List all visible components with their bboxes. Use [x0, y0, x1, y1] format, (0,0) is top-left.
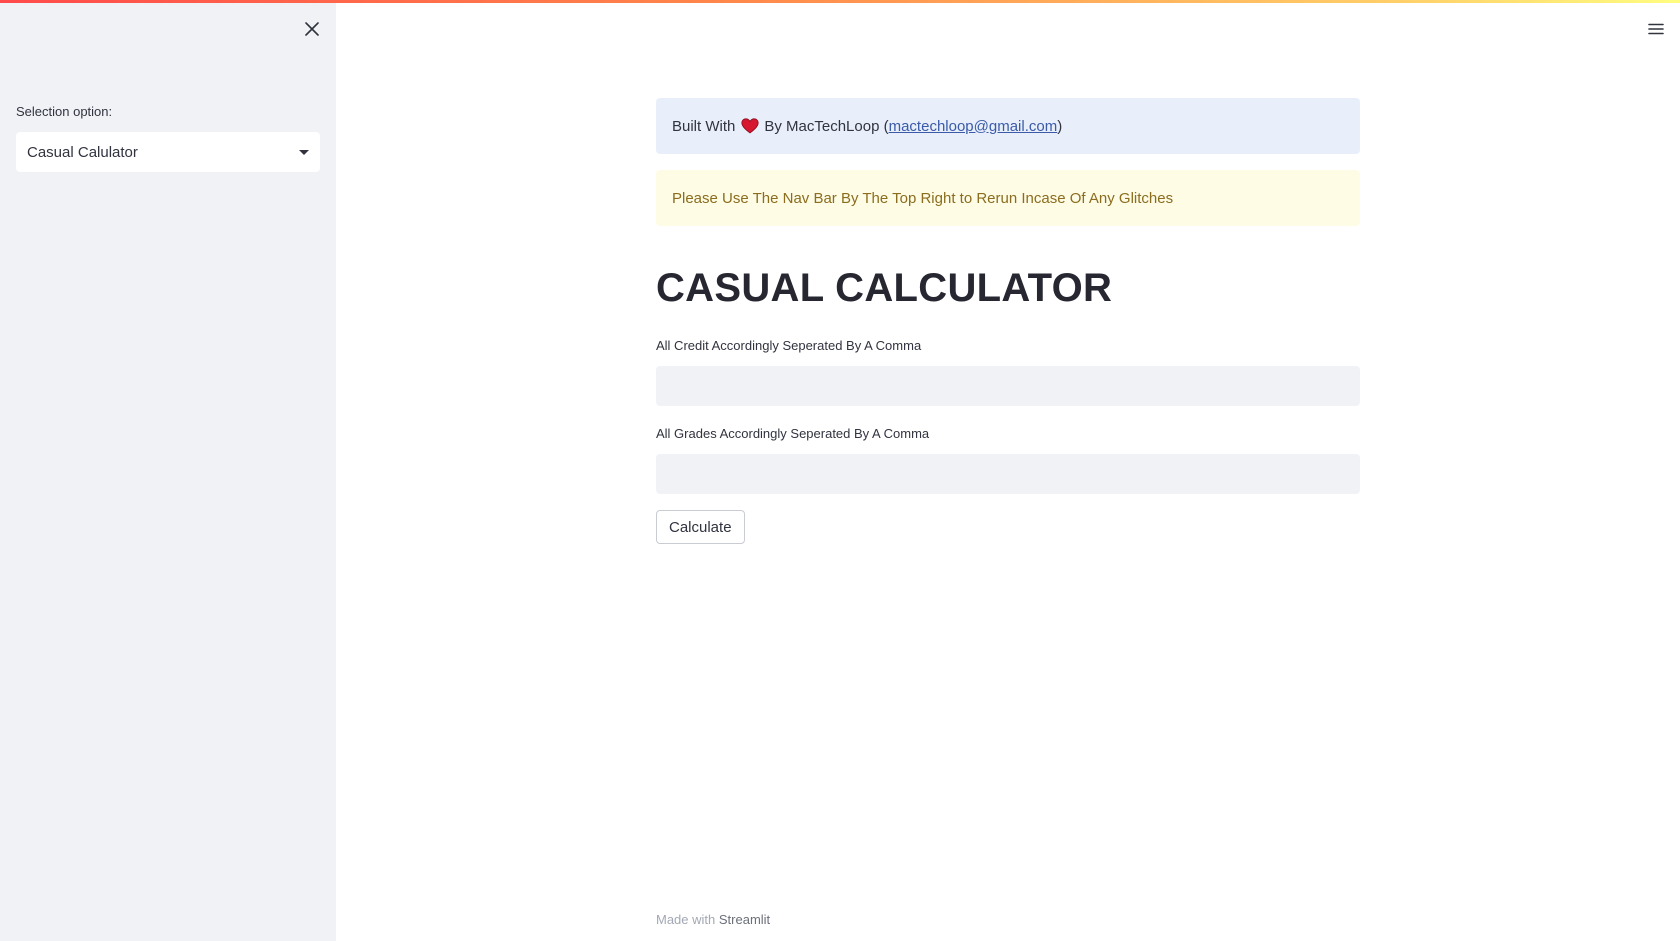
credit-input[interactable]: [656, 366, 1360, 406]
email-link[interactable]: mactechloop@gmail.com: [889, 118, 1058, 135]
selection-dropdown[interactable]: Casual Calulator: [16, 132, 320, 172]
info-banner-suffix: By MacTechLoop (: [764, 117, 889, 135]
hamburger-menu-icon: [1648, 23, 1664, 35]
heart-icon: [741, 118, 759, 134]
close-sidebar-button[interactable]: [301, 18, 323, 40]
warning-banner: Please Use The Nav Bar By The Top Right …: [656, 170, 1360, 226]
selection-option-label: Selection option:: [16, 104, 113, 119]
credit-label: All Credit Accordingly Seperated By A Co…: [656, 338, 922, 353]
calculate-button[interactable]: Calculate: [656, 510, 745, 544]
info-banner-close: ): [1057, 117, 1063, 135]
grades-label: All Grades Accordingly Seperated By A Co…: [656, 426, 930, 441]
info-banner-prefix: Built With: [672, 117, 736, 135]
close-icon: [305, 22, 319, 36]
grades-input[interactable]: [656, 454, 1360, 494]
footer-prefix: Made with: [656, 912, 719, 927]
main-content: Built With By MacTechLoop ( mactechloop@…: [656, 98, 1360, 544]
main-menu-button[interactable]: [1645, 18, 1667, 40]
top-decoration-stripe: [0, 0, 1680, 3]
page-title: CASUAL CALCULATOR: [656, 266, 1113, 310]
warning-text: Please Use The Nav Bar By The Top Right …: [672, 189, 1174, 207]
selection-dropdown-value: Casual Calulator: [27, 143, 138, 161]
sidebar: Selection option: Casual Calulator: [0, 0, 336, 941]
info-banner: Built With By MacTechLoop ( mactechloop@…: [656, 98, 1360, 154]
chevron-down-icon: [299, 149, 309, 155]
streamlit-link[interactable]: Streamlit: [719, 912, 770, 927]
footer: Made with Streamlit: [656, 912, 770, 927]
